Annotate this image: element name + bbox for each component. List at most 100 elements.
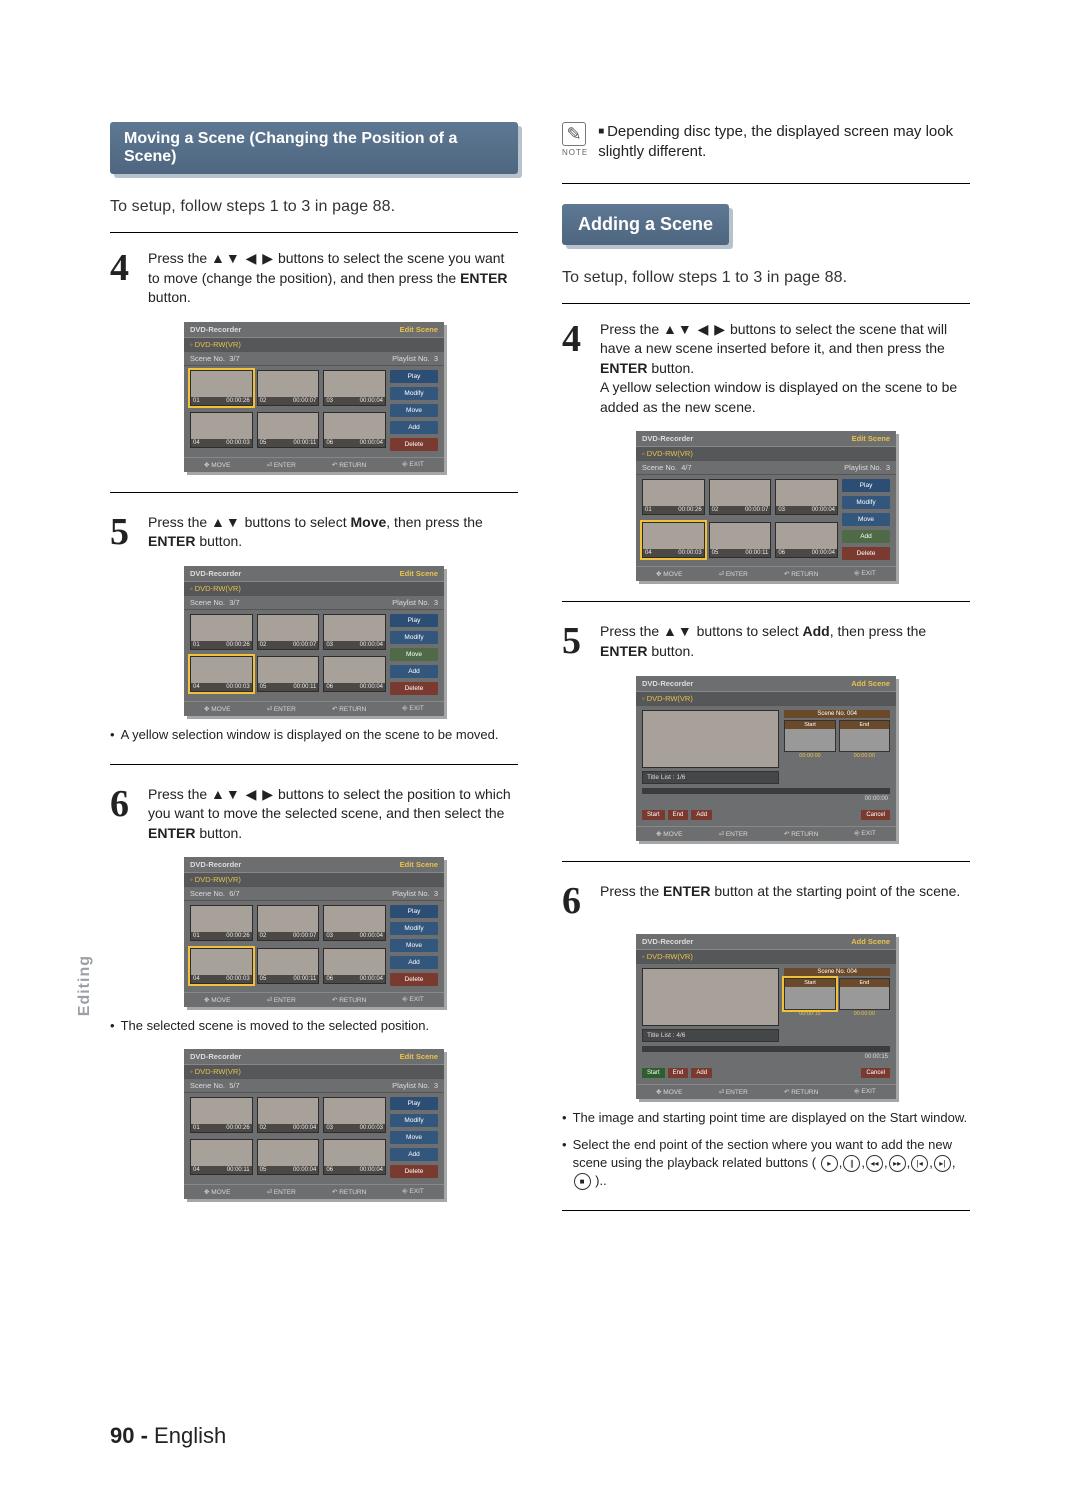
screenshot-add-2: DVD-RecorderAdd Scene ◦ DVD-RW(VR) Title… [562,934,970,1099]
preview-image [642,968,779,1026]
scene-thumb: 0100:00:26 [642,479,705,515]
menu-move: Move [390,1131,438,1144]
menu-delete: Delete [390,438,438,451]
section-heading-moving: Moving a Scene (Changing the Position of… [110,122,518,174]
note-moved: The selected scene is moved to the selec… [110,1017,518,1035]
scene-thumb: 0400:00:11 [190,1139,253,1175]
addsc-cancel: Cancel [861,810,890,820]
arrow-icons: ▲▼ ◀ ▶ [211,250,274,266]
menu-play: Play [390,370,438,383]
scene-thumb: 0300:00:03 [323,1097,386,1133]
menu-delete: Delete [842,547,890,560]
timeline [642,1046,890,1052]
tv-screen: DVD-RecorderEdit Scene ◦ DVD-RW(VR) Scen… [184,857,444,1007]
addsc-add: Add [691,810,712,820]
screenshot-edit-2: DVD-RecorderEdit Scene ◦ DVD-RW(VR) Scen… [110,566,518,716]
tv-screen: DVD-RecorderAdd Scene ◦ DVD-RW(VR) Title… [636,676,896,841]
addsc-end: End [668,810,689,820]
screenshot-edit-4: DVD-RecorderEdit Scene ◦ DVD-RW(VR) Scen… [110,1049,518,1199]
scene-thumb: 0400:00:03 [190,948,253,984]
note-box: ✎ NOTE Depending disc type, the displaye… [562,122,970,163]
step-6-left: 6 Press the ▲▼ ◀ ▶ buttons to select the… [110,785,518,844]
scene-thumb: 0500:00:11 [709,522,772,558]
preview-image [642,710,779,768]
step-4-right: 4 Press the ▲▼ ◀ ▶ buttons to select the… [562,320,970,418]
menu-modify: Modify [390,1114,438,1127]
menu-move: Move [390,939,438,952]
menu-modify: Modify [842,496,890,509]
menu-add: Add [842,530,890,543]
addsc-start: Start [642,810,665,820]
addsc-end: End [668,1068,689,1078]
scene-thumb: 0100:00:26 [190,905,253,941]
menu-move: Move [390,404,438,417]
scene-thumb: 0200:00:04 [257,1097,320,1133]
scene-thumb: 0300:00:04 [775,479,838,515]
tv-screen: DVD-RecorderEdit Scene ◦ DVD-RW(VR) Scen… [184,322,444,472]
menu-delete: Delete [390,973,438,986]
tv-screen: DVD-RecorderEdit Scene ◦ DVD-RW(VR) Scen… [636,431,896,581]
addsc-add: Add [691,1068,712,1078]
pause-icon: ∥ [843,1155,860,1172]
menu-modify: Modify [390,387,438,400]
menu-move: Move [390,648,438,661]
scene-thumb: 0400:00:03 [190,412,253,448]
screenshot-add-1: DVD-RecorderAdd Scene ◦ DVD-RW(VR) Title… [562,676,970,841]
step-5-left: 5 Press the ▲▼ buttons to select Move, t… [110,513,518,552]
left-column: Moving a Scene (Changing the Position of… [110,122,518,1231]
tv-screen: DVD-RecorderEdit Scene ◦ DVD-RW(VR) Scen… [184,566,444,716]
step-5-right: 5 Press the ▲▼ buttons to select Add, th… [562,622,970,661]
screenshot-edit-3: DVD-RecorderEdit Scene ◦ DVD-RW(VR) Scen… [110,857,518,1007]
scene-thumb: 0300:00:04 [323,370,386,406]
rew-icon: ◂◂ [866,1155,883,1172]
screenshot-edit-1: DVD-RecorderEdit Scene ◦ DVD-RW(VR) Scen… [110,322,518,472]
scene-thumb: 0100:00:26 [190,370,253,406]
menu-modify: Modify [390,922,438,935]
step-number: 4 [110,249,138,308]
addsc-cancel: Cancel [861,1068,890,1078]
scene-thumb: 0200:00:07 [257,370,320,406]
scene-thumb: 0300:00:04 [323,905,386,941]
scene-thumb: 0600:00:04 [775,522,838,558]
ff-icon: ▸▸ [889,1155,906,1172]
scene-thumb: 0100:00:26 [190,1097,253,1133]
menu-add: Add [390,665,438,678]
scene-thumb: 0200:00:07 [709,479,772,515]
timeline [642,788,890,794]
stop-icon: ■ [574,1173,591,1190]
skip-back-icon: |◂ [911,1155,928,1172]
scene-thumb: 0500:00:11 [257,948,320,984]
tv-screen: DVD-RecorderEdit Scene ◦ DVD-RW(VR) Scen… [184,1049,444,1199]
note-yellow-window: A yellow selection window is displayed o… [110,726,518,744]
menu-add: Add [390,421,438,434]
scene-thumb: 0500:00:11 [257,412,320,448]
scene-thumb: 0600:00:04 [323,948,386,984]
menu-delete: Delete [390,1165,438,1178]
page-footer: 90 - English [110,1423,226,1449]
scene-thumb: 0100:00:26 [190,614,253,650]
menu-add: Add [390,1148,438,1161]
lead-right: To setup, follow steps 1 to 3 in page 88… [562,269,970,287]
menu-move: Move [842,513,890,526]
menu-modify: Modify [390,631,438,644]
scene-thumb: 0600:00:04 [323,656,386,692]
scene-thumb: 0400:00:03 [190,656,253,692]
menu-play: Play [390,1097,438,1110]
scene-thumb: 0400:00:03 [642,522,705,558]
menu-play: Play [390,614,438,627]
skip-fwd-icon: ▸| [934,1155,951,1172]
scene-thumb: 0600:00:04 [323,412,386,448]
right-column: ✎ NOTE Depending disc type, the displaye… [562,122,970,1231]
scene-thumb: 0600:00:04 [323,1139,386,1175]
bullet-start-window: The image and starting point time are di… [562,1109,970,1127]
scene-thumb: 0500:00:11 [257,656,320,692]
screenshot-edit-right: DVD-RecorderEdit Scene ◦ DVD-RW(VR) Scen… [562,431,970,581]
menu-play: Play [390,905,438,918]
menu-add: Add [390,956,438,969]
menu-delete: Delete [390,682,438,695]
tv-screen: DVD-RecorderAdd Scene ◦ DVD-RW(VR) Title… [636,934,896,1099]
note-icon: ✎ [562,122,586,146]
note-label: NOTE [562,148,588,157]
step-6-right: 6 Press the ENTER button at the starting… [562,882,970,920]
scene-thumb: 0200:00:07 [257,905,320,941]
